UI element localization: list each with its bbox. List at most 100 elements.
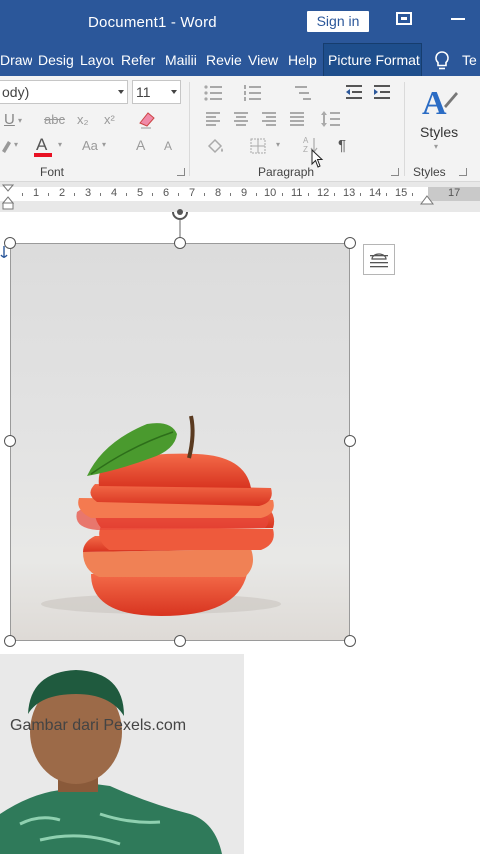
layout-options-icon (370, 253, 388, 268)
subscript-button[interactable]: x₂ (77, 112, 89, 127)
group-divider (404, 82, 405, 176)
show-formatting-marks-button[interactable]: ¶ (338, 137, 346, 154)
chevron-down-icon[interactable]: ▾ (14, 140, 18, 149)
shading-icon[interactable] (206, 137, 226, 155)
paragraph-group-label: Paragraph (258, 165, 315, 179)
tab-layout[interactable]: Layou (80, 44, 114, 76)
ruler-tick (178, 193, 179, 196)
underline-button[interactable]: U (4, 111, 15, 128)
styles-gallery-icon[interactable]: A (420, 82, 460, 120)
ruler-tick (22, 193, 23, 196)
title-bar: Document1 - Word Sign in (0, 0, 480, 44)
tab-design[interactable]: Desig (38, 44, 74, 76)
ruler-tick (360, 193, 361, 196)
grow-font-button[interactable]: A (136, 137, 145, 153)
ruler-tick (48, 193, 49, 196)
ruler-number: 9 (241, 187, 248, 199)
ribbon-home: ody) 11 U ▾ abc x₂ x² ▾ A ▾ Aa ▾ A A Fon… (0, 76, 480, 182)
increase-indent-icon (374, 85, 390, 99)
resize-handle-bottom[interactable] (174, 635, 186, 647)
styles-button[interactable]: Styles (420, 124, 458, 140)
ribbon-tab-bar: Draw Desig Layou Refer Mailii Revie View… (0, 43, 480, 77)
resize-handle-top[interactable] (174, 237, 186, 249)
tab-help[interactable]: Help (288, 44, 320, 76)
tab-picture-format[interactable]: Picture Format (323, 43, 422, 77)
tab-draw[interactable]: Draw (0, 44, 32, 76)
ruler-number: 10 (264, 187, 277, 199)
font-dialog-launcher-icon[interactable] (177, 168, 185, 176)
sign-in-button[interactable]: Sign in (307, 11, 369, 32)
font-group-label: Font (40, 165, 65, 179)
tab-view[interactable]: View (248, 44, 282, 76)
resize-handle-bottom-left[interactable] (4, 635, 16, 647)
group-divider (189, 82, 190, 176)
right-indent-marker-icon[interactable] (420, 195, 434, 205)
layout-options-button[interactable] (363, 244, 395, 275)
chevron-down-icon[interactable]: ▾ (18, 116, 22, 125)
change-case-button[interactable]: Aa (82, 138, 98, 153)
font-size-select[interactable]: 11 (132, 80, 181, 104)
ruler-tick (152, 193, 153, 196)
minimize-icon[interactable] (451, 18, 465, 20)
chevron-down-icon[interactable]: ▾ (102, 140, 106, 149)
indent-buttons[interactable] (344, 83, 394, 103)
lightbulb-icon[interactable] (432, 50, 452, 72)
resize-handle-top-left[interactable] (4, 237, 16, 249)
ruler-tick (74, 193, 75, 196)
ruler-number: 3 (85, 187, 92, 199)
borders-icon[interactable] (250, 138, 266, 154)
tab-review[interactable]: Revie (206, 44, 242, 76)
indent-marker-icon[interactable] (2, 184, 14, 210)
horizontal-ruler[interactable]: 1 2 3 4 5 6 7 8 9 10 11 12 13 14 15 17 (0, 182, 480, 212)
ruler-number: 15 (395, 187, 408, 199)
ruler-tick (386, 193, 387, 196)
ruler-strip (0, 187, 480, 201)
chevron-down-icon[interactable]: ▾ (58, 140, 62, 149)
resize-handle-top-right[interactable] (344, 237, 356, 249)
superscript-button[interactable]: x² (104, 112, 115, 127)
ruler-tick (256, 193, 257, 196)
ruler-tick (308, 193, 309, 196)
resize-handle-left[interactable] (4, 435, 16, 447)
font-name-select[interactable]: ody) (0, 80, 128, 104)
multilevel-list-icon (295, 86, 311, 100)
font-color-button[interactable]: A (36, 135, 47, 155)
line-spacing-icon[interactable] (320, 109, 348, 129)
styles-dialog-launcher-icon[interactable] (459, 168, 467, 176)
decrease-indent-icon (346, 85, 362, 99)
mouse-cursor-icon (311, 149, 324, 168)
ruler-number: 8 (215, 187, 222, 199)
chevron-down-icon[interactable]: ▾ (434, 142, 438, 151)
align-center-icon (234, 112, 248, 126)
webcam-overlay: Gambar dari Pexels.com (0, 654, 244, 854)
ruler-tick (282, 193, 283, 196)
ruler-number: 11 (291, 187, 303, 199)
ruler-number: 6 (163, 187, 170, 199)
ruler-number: 2 (59, 187, 66, 199)
paragraph-dialog-launcher-icon[interactable] (391, 168, 399, 176)
highlight-icon[interactable] (0, 138, 12, 154)
justify-icon (290, 112, 304, 126)
clear-formatting-icon[interactable] (137, 109, 159, 131)
ruler-tick (100, 193, 101, 196)
ruler-number: 5 (137, 187, 144, 199)
strikethrough-button[interactable]: abc (44, 112, 65, 127)
selected-picture[interactable] (10, 243, 350, 641)
align-left-icon (206, 112, 220, 126)
resize-handle-right[interactable] (344, 435, 356, 447)
tab-mailings[interactable]: Mailii (165, 44, 200, 76)
bullets-icon (204, 85, 222, 101)
tell-me-search[interactable]: Te (462, 44, 477, 76)
chevron-down-icon (171, 90, 177, 94)
shrink-font-button[interactable]: A (164, 139, 172, 153)
chevron-down-icon[interactable]: ▾ (276, 140, 280, 149)
align-right-icon (262, 112, 276, 126)
ruler-number: 1 (33, 187, 40, 199)
font-name-value: ody) (2, 84, 30, 100)
ribbon-display-options-icon[interactable] (396, 12, 412, 25)
ruler-number: 17 (448, 187, 461, 199)
ruler-number: 7 (189, 187, 196, 199)
ruler-tick (204, 193, 205, 196)
tab-references[interactable]: Refer (121, 44, 157, 76)
resize-handle-bottom-right[interactable] (344, 635, 356, 647)
